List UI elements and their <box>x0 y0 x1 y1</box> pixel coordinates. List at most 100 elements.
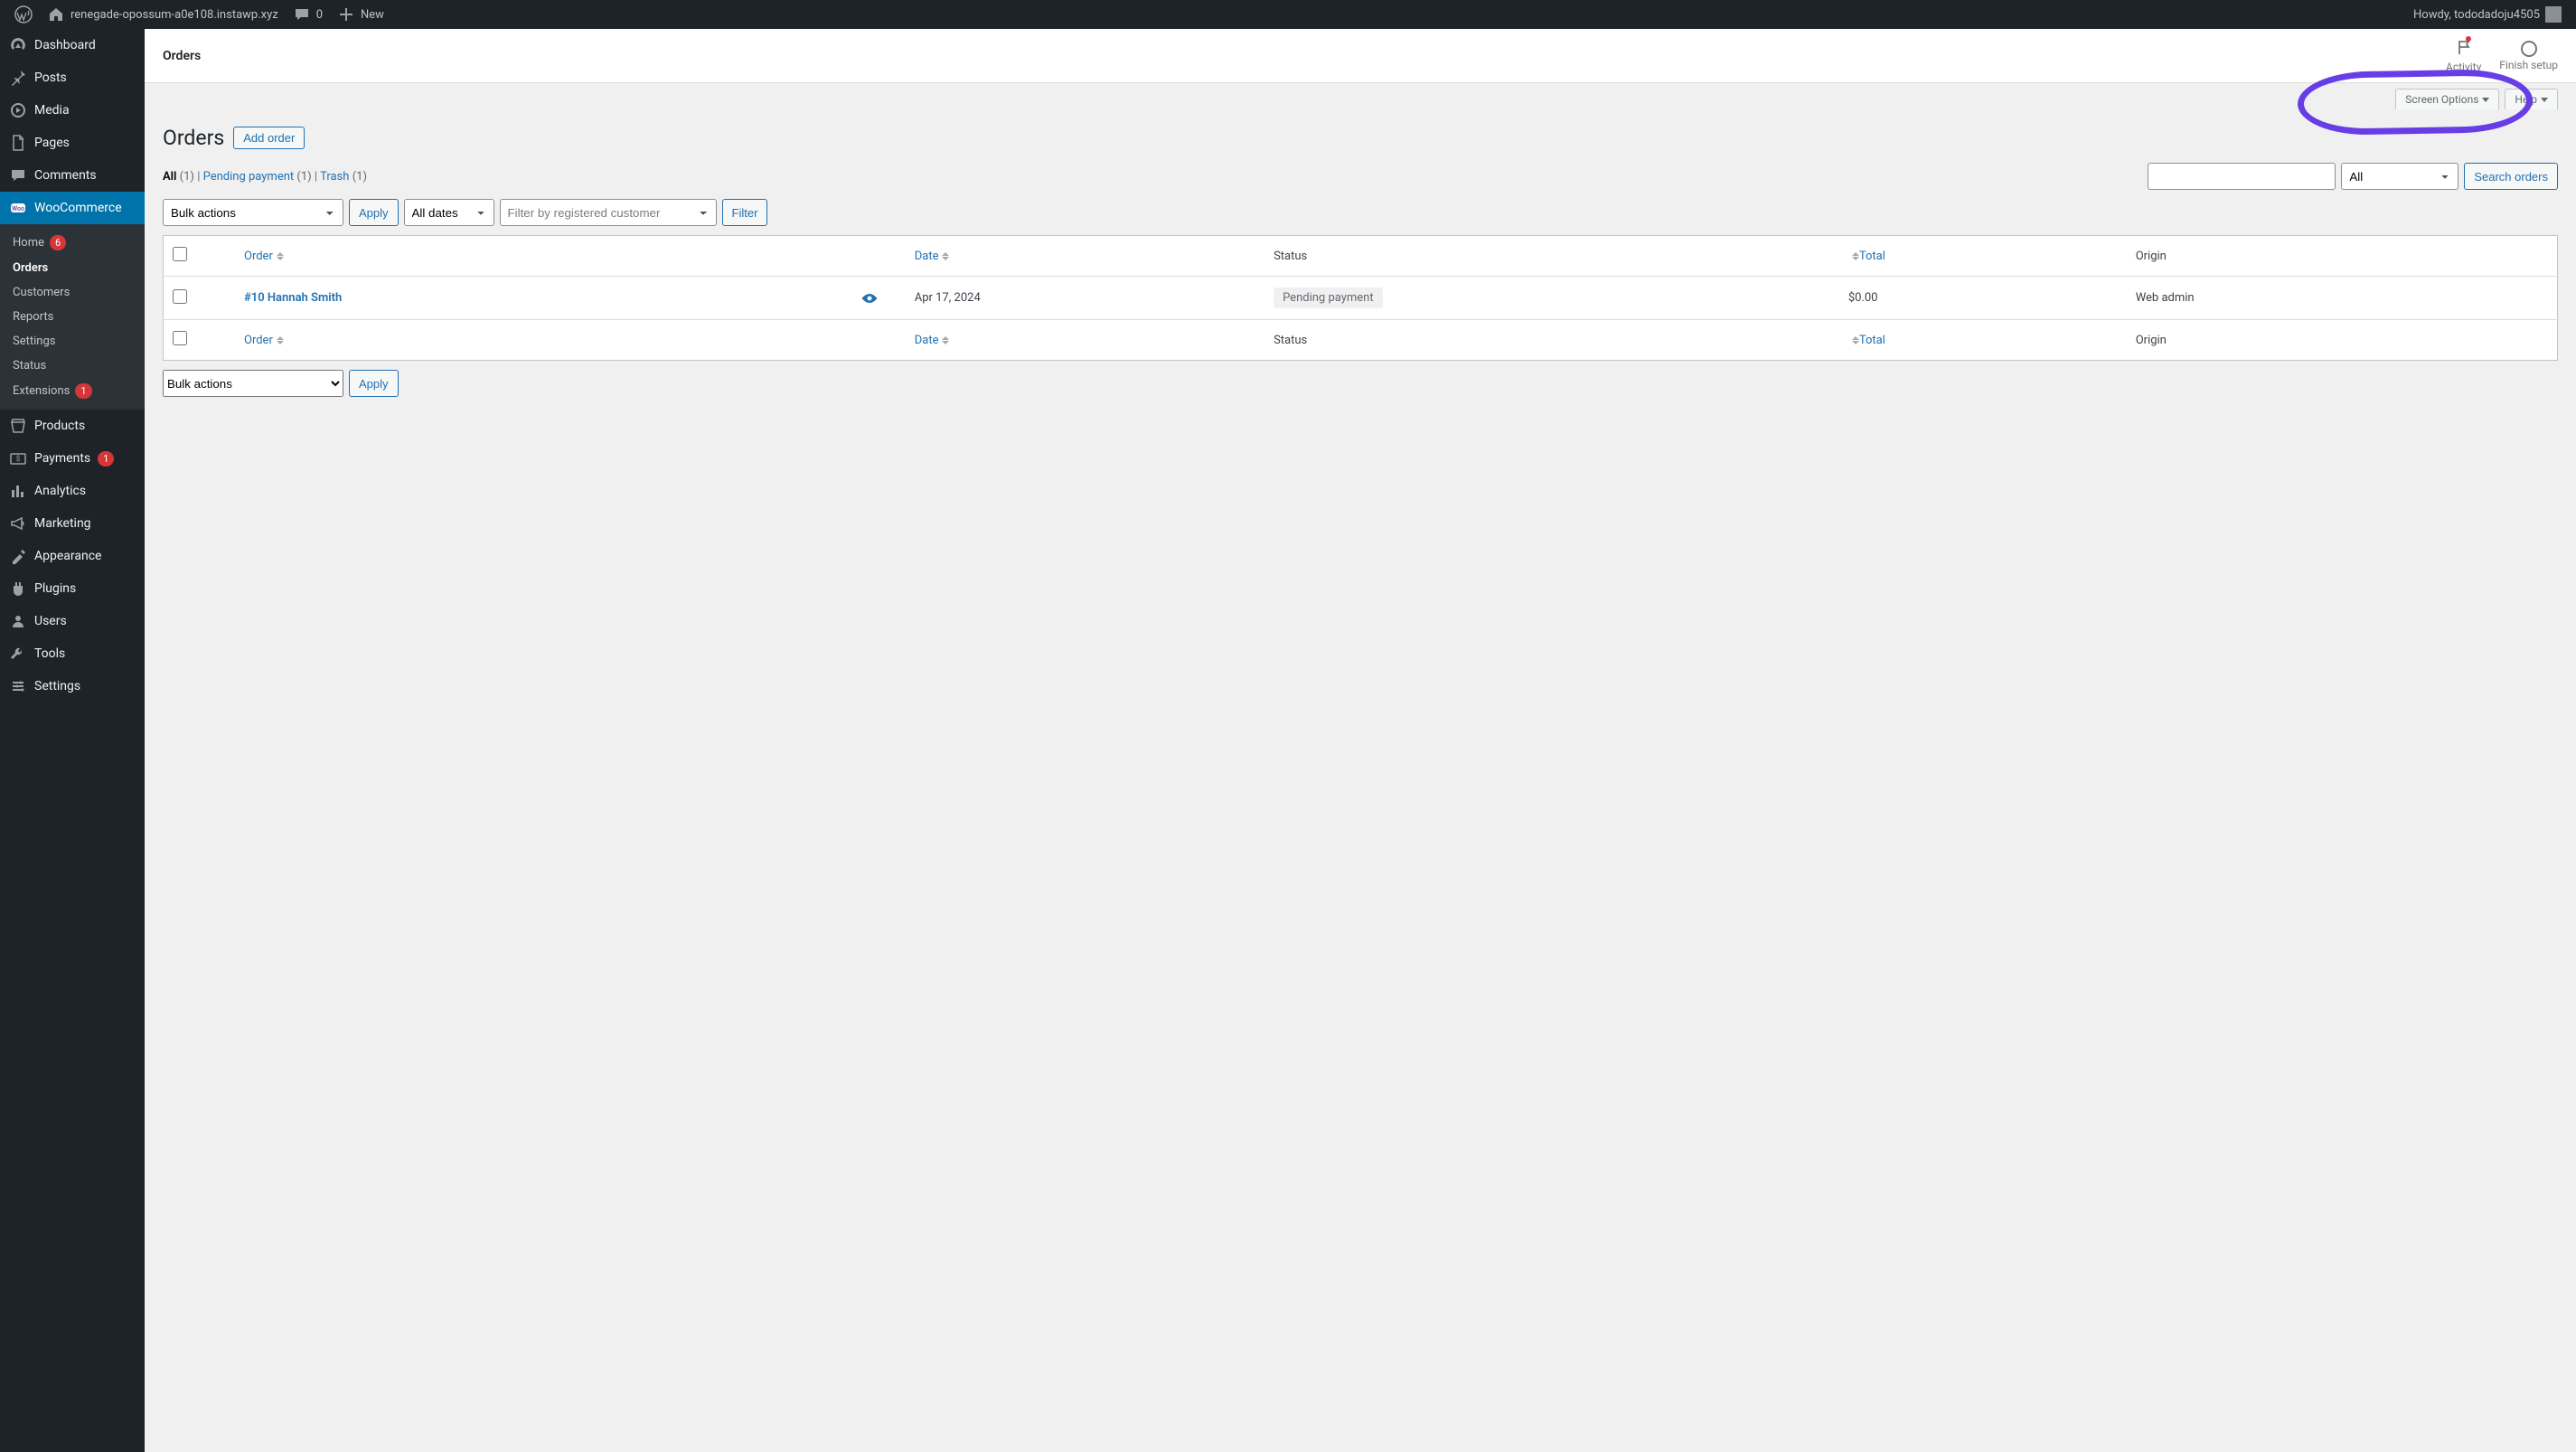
screen-meta-tabs: Screen Options Help <box>145 83 2576 109</box>
menu-pages[interactable]: Pages <box>0 127 145 159</box>
filter-button[interactable]: Filter <box>722 199 768 226</box>
menu-analytics[interactable]: Analytics <box>0 475 145 507</box>
products-icon <box>9 417 27 435</box>
plugins-icon <box>9 580 27 598</box>
submenu-reports[interactable]: Reports <box>0 305 145 329</box>
table-row[interactable]: #10 Hannah Smith Apr 17, 2024 Pending pa… <box>164 277 2558 320</box>
filter-pending[interactable]: Pending payment <box>203 170 295 184</box>
select-all-checkbox-footer[interactable] <box>173 331 187 345</box>
svg-text:$: $ <box>16 455 21 463</box>
extensions-badge: 1 <box>75 383 91 399</box>
tools-icon <box>9 645 27 663</box>
wp-logo[interactable] <box>7 0 40 29</box>
row-origin: Web admin <box>2127 277 2558 320</box>
bulk-actions-select[interactable]: Bulk actions <box>163 199 343 226</box>
page-icon <box>9 134 27 152</box>
new-content[interactable]: New <box>330 0 391 29</box>
col-status-footer: Status <box>1264 320 1839 361</box>
bulk-actions-select-bottom[interactable]: Bulk actions <box>163 370 343 397</box>
page-title: Orders <box>163 126 224 150</box>
sort-icon <box>1852 252 1859 260</box>
svg-text:Woo: Woo <box>12 205 24 212</box>
menu-posts[interactable]: Posts <box>0 61 145 94</box>
comment-icon <box>9 166 27 184</box>
settings-icon <box>9 677 27 695</box>
menu-dashboard[interactable]: Dashboard <box>0 29 145 61</box>
submenu-status[interactable]: Status <box>0 354 145 378</box>
col-date[interactable]: Date <box>906 236 1264 277</box>
woocommerce-icon: Woo <box>9 199 27 217</box>
submenu-settings[interactable]: Settings <box>0 329 145 354</box>
finish-setup-button[interactable]: Finish setup <box>2499 41 2558 71</box>
status-filters: All (1) | Pending payment (1) | Trash (1… <box>163 170 367 184</box>
search-scope-select[interactable]: All <box>2341 163 2458 190</box>
order-link[interactable]: #10 Hannah Smith <box>244 291 342 305</box>
filter-trash[interactable]: Trash <box>320 170 349 184</box>
submenu-orders[interactable]: Orders <box>0 256 145 280</box>
site-name: renegade-opossum-a0e108.instawp.xyz <box>71 8 278 22</box>
activity-button[interactable]: Activity <box>2446 38 2481 73</box>
col-total[interactable]: Total <box>1839 236 2127 277</box>
marketing-icon <box>9 514 27 533</box>
filter-all[interactable]: All <box>163 170 176 184</box>
col-date-footer[interactable]: Date <box>906 320 1264 361</box>
admin-bar: renegade-opossum-a0e108.instawp.xyz 0 Ne… <box>0 0 2576 29</box>
add-order-button[interactable]: Add order <box>233 127 305 149</box>
sort-icon <box>1852 336 1859 344</box>
plus-icon <box>337 5 355 24</box>
orders-table: Order Date Status Total Origin #10 Hanna… <box>163 235 2558 361</box>
menu-products[interactable]: Products <box>0 410 145 442</box>
wc-submenu: Home 6 Orders Customers Reports Settings… <box>0 224 145 410</box>
apply-button-bottom[interactable]: Apply <box>349 370 399 397</box>
customer-filter-select[interactable]: Filter by registered customer <box>500 199 717 226</box>
col-origin: Origin <box>2127 236 2558 277</box>
analytics-icon <box>9 482 27 500</box>
menu-plugins[interactable]: Plugins <box>0 572 145 605</box>
appearance-icon <box>9 547 27 565</box>
col-origin-footer: Origin <box>2127 320 2558 361</box>
sort-icon <box>942 252 949 260</box>
activity-dot-icon <box>2466 36 2471 42</box>
home-icon <box>47 5 65 24</box>
sort-icon <box>942 336 949 344</box>
content-area: Orders Activity Finish setup Screen Opti… <box>145 29 2576 1452</box>
col-total-footer[interactable]: Total <box>1839 320 2127 361</box>
chevron-down-icon <box>2482 98 2489 102</box>
chevron-down-icon <box>2541 98 2548 102</box>
menu-users[interactable]: Users <box>0 605 145 637</box>
submenu-home[interactable]: Home 6 <box>0 230 145 256</box>
howdy-text: Howdy, tododadoju4505 <box>2413 8 2540 22</box>
wc-header: Orders Activity Finish setup <box>145 29 2576 83</box>
submenu-customers[interactable]: Customers <box>0 280 145 305</box>
menu-appearance[interactable]: Appearance <box>0 540 145 572</box>
search-input[interactable] <box>2148 163 2336 190</box>
dates-select[interactable]: All dates <box>404 199 494 226</box>
preview-icon[interactable] <box>860 292 879 305</box>
my-account[interactable]: Howdy, tododadoju4505 <box>2406 0 2569 29</box>
screen-options-tab[interactable]: Screen Options <box>2395 89 2499 109</box>
col-status: Status <box>1264 236 1839 277</box>
search-orders-button[interactable]: Search orders <box>2464 163 2558 190</box>
select-all-checkbox[interactable] <box>173 247 187 261</box>
menu-tools[interactable]: Tools <box>0 637 145 670</box>
new-label: New <box>361 8 384 22</box>
row-checkbox[interactable] <box>173 289 187 304</box>
menu-media[interactable]: Media <box>0 94 145 127</box>
submenu-extensions[interactable]: Extensions 1 <box>0 378 145 404</box>
help-tab[interactable]: Help <box>2505 89 2558 109</box>
menu-payments[interactable]: $ Payments 1 <box>0 442 145 475</box>
admin-menu: Dashboard Posts Media Pages Comments Woo… <box>0 29 145 1452</box>
menu-marketing[interactable]: Marketing <box>0 507 145 540</box>
menu-settings[interactable]: Settings <box>0 670 145 702</box>
col-order-footer[interactable]: Order <box>235 320 906 361</box>
col-order[interactable]: Order <box>235 236 906 277</box>
payments-icon: $ <box>9 449 27 467</box>
menu-comments[interactable]: Comments <box>0 159 145 192</box>
row-total: $0.00 <box>1839 277 2127 320</box>
media-icon <box>9 101 27 119</box>
site-link[interactable]: renegade-opossum-a0e108.instawp.xyz <box>40 0 286 29</box>
apply-button[interactable]: Apply <box>349 199 399 226</box>
comments-link[interactable]: 0 <box>286 0 330 29</box>
users-icon <box>9 612 27 630</box>
menu-woocommerce[interactable]: Woo WooCommerce <box>0 192 145 224</box>
